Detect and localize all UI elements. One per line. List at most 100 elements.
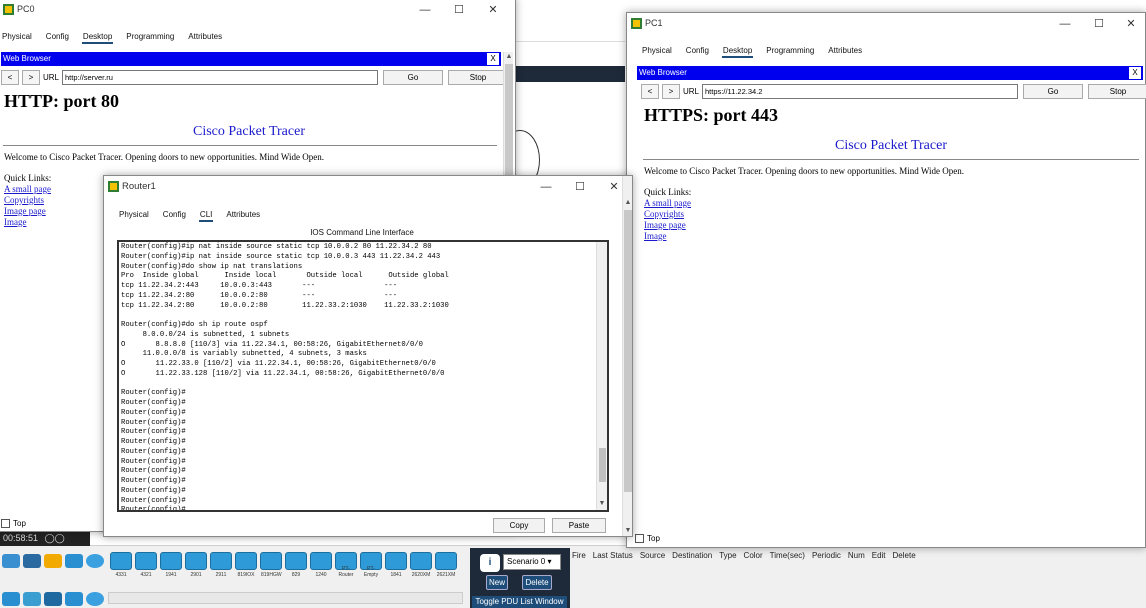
cli-line: Router(config)#: [121, 399, 186, 407]
quick-link[interactable]: Image: [644, 231, 691, 242]
router-model-icon[interactable]: 819HGW: [260, 552, 282, 578]
go-button[interactable]: Go: [383, 69, 444, 85]
url-input[interactable]: [62, 69, 379, 85]
maximize-icon[interactable]: ☐: [566, 179, 594, 195]
minimize-icon[interactable]: —: [532, 179, 560, 195]
scroll-down-icon[interactable]: ▼: [623, 526, 633, 536]
router-window: Router1 — ☐ ✕ Physical Config CLI Attribute…: [103, 175, 633, 537]
quick-link[interactable]: A small page: [644, 198, 691, 209]
router-model-icon[interactable]: 1941: [160, 552, 182, 578]
router-model-icon[interactable]: 1240: [310, 552, 332, 578]
minimize-icon[interactable]: —: [1051, 16, 1079, 32]
router-titlebar[interactable]: Router1 — ☐ ✕: [104, 176, 632, 200]
new-scenario-button[interactable]: New: [486, 575, 508, 590]
back-button[interactable]: <: [641, 83, 659, 99]
server-category-icon[interactable]: [23, 592, 41, 606]
pc0-top-checkbox[interactable]: Top: [1, 519, 26, 528]
router-scrollbar[interactable]: ▲ ▼: [622, 176, 632, 536]
pc0-tabs: Physical Config Desktop Programming Attribut…: [1, 31, 223, 44]
tab-desktop[interactable]: Desktop: [721, 45, 754, 58]
tab-physical[interactable]: Physical: [641, 45, 673, 58]
scenario-select[interactable]: Scenario 0 ▾: [503, 554, 561, 570]
lightning-icon[interactable]: [44, 554, 62, 568]
close-icon[interactable]: ✕: [479, 2, 507, 18]
quick-link[interactable]: Copyrights: [4, 195, 51, 206]
page-brand: Cisco Packet Tracer: [835, 138, 947, 153]
device-list-scrollbar[interactable]: [108, 592, 463, 604]
browser-close-button[interactable]: X: [1129, 67, 1141, 79]
forward-button[interactable]: >: [662, 83, 680, 99]
scroll-thumb[interactable]: [624, 210, 632, 492]
quick-link[interactable]: A small page: [4, 184, 51, 195]
hub-category-icon[interactable]: [65, 554, 83, 568]
tab-programming[interactable]: Programming: [765, 45, 815, 58]
quick-link[interactable]: Copyrights: [644, 209, 691, 220]
info-icon[interactable]: i: [480, 554, 500, 572]
maximize-icon[interactable]: ☐: [445, 2, 473, 18]
forward-button[interactable]: >: [22, 69, 40, 85]
pc0-titlebar[interactable]: PC0 — ☐ ✕: [0, 0, 515, 21]
playback-controls-icon[interactable]: ◯◯: [45, 530, 65, 546]
go-button[interactable]: Go: [1023, 83, 1084, 99]
tab-desktop[interactable]: Desktop: [81, 31, 114, 44]
router-model-icon[interactable]: 1841: [385, 552, 407, 578]
router-model-icon[interactable]: PT-Router: [335, 552, 357, 578]
stop-button[interactable]: Stop: [448, 69, 509, 85]
scroll-up-icon[interactable]: ▲: [504, 52, 514, 62]
router-model-label: 2620XM: [411, 572, 431, 578]
security-category-icon[interactable]: [44, 592, 62, 606]
maximize-icon[interactable]: ☐: [1085, 16, 1113, 32]
page-brand: Cisco Packet Tracer: [193, 124, 305, 139]
router-model-icon[interactable]: 2901: [185, 552, 207, 578]
tab-attributes[interactable]: Attributes: [827, 45, 863, 58]
toggle-pdu-list-button[interactable]: Toggle PDU List Window: [472, 596, 567, 608]
stop-button[interactable]: Stop: [1088, 83, 1146, 99]
tab-physical[interactable]: Physical: [118, 209, 150, 222]
router-model-icon[interactable]: 2621XM: [435, 552, 457, 578]
pc1-titlebar[interactable]: PC1 — ☐ ✕: [627, 13, 1145, 35]
cli-output[interactable]: Router(config)#ip nat inside source stat…: [121, 243, 449, 510]
cli-scrollbar[interactable]: ▼: [596, 242, 607, 510]
router-model-icon[interactable]: 2911: [210, 552, 232, 578]
browser-close-button[interactable]: X: [487, 53, 499, 65]
tab-physical[interactable]: Physical: [1, 31, 33, 44]
end-device-icon[interactable]: [2, 592, 20, 606]
switch-category-icon[interactable]: [23, 554, 41, 568]
tab-config[interactable]: Config: [162, 209, 187, 222]
paste-button[interactable]: Paste: [552, 518, 606, 533]
tab-config[interactable]: Config: [45, 31, 70, 44]
quick-link[interactable]: Image page: [644, 220, 691, 231]
router-model-icon[interactable]: 2620XM: [410, 552, 432, 578]
router-model-icon[interactable]: 829: [285, 552, 307, 578]
router-model-icon[interactable]: 819IOX: [235, 552, 257, 578]
checkbox-icon[interactable]: [635, 534, 644, 543]
router-model-icon[interactable]: 4321: [135, 552, 157, 578]
device-model-list: 4331 4321 1941 2901 2911 819IOX 819HGW 829 1240 P…: [110, 552, 457, 578]
packet-tracer-icon: [3, 4, 14, 15]
tab-programming[interactable]: Programming: [125, 31, 175, 44]
cloud-icon[interactable]: [86, 592, 104, 606]
wan-emulation-icon[interactable]: [65, 592, 83, 606]
tab-attributes[interactable]: Attributes: [187, 31, 223, 44]
minimize-icon[interactable]: —: [411, 2, 439, 18]
router-model-icon[interactable]: PT-Empty: [360, 552, 382, 578]
router-category-icon[interactable]: [2, 554, 20, 568]
close-icon[interactable]: ✕: [1117, 16, 1145, 32]
scroll-up-icon[interactable]: ▲: [623, 198, 633, 208]
wireless-category-icon[interactable]: [86, 554, 104, 568]
router-model-icon[interactable]: 4331: [110, 552, 132, 578]
checkbox-icon[interactable]: [1, 519, 10, 528]
cli-console[interactable]: Router(config)#ip nat inside source stat…: [117, 240, 609, 512]
pc1-top-checkbox[interactable]: Top: [635, 534, 660, 543]
tab-cli[interactable]: CLI: [198, 209, 214, 222]
url-input[interactable]: [702, 83, 1019, 99]
copy-button[interactable]: Copy: [493, 518, 545, 533]
tab-attributes[interactable]: Attributes: [225, 209, 261, 222]
quick-link[interactable]: Image page: [4, 206, 51, 217]
back-button[interactable]: <: [1, 69, 19, 85]
tab-config[interactable]: Config: [685, 45, 710, 58]
delete-scenario-button[interactable]: Delete: [522, 575, 552, 590]
scroll-down-icon[interactable]: ▼: [597, 500, 607, 510]
cli-scroll-thumb[interactable]: [599, 448, 606, 482]
quick-link[interactable]: Image: [4, 217, 51, 228]
